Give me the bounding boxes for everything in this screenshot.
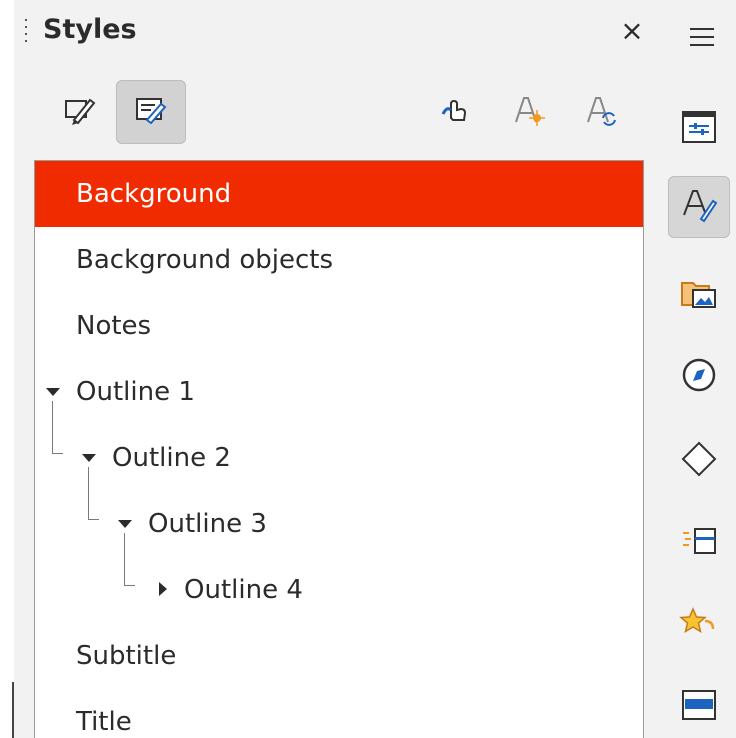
navigator-deck-button[interactable] (668, 346, 730, 408)
sidebar-menu-icon[interactable] (690, 28, 714, 50)
presentation-styles-button[interactable] (45, 80, 115, 144)
styles-deck-icon (679, 185, 719, 229)
properties-deck-icon (679, 107, 719, 151)
tree-connector (88, 467, 99, 520)
shapes-deck-icon (679, 439, 719, 483)
new-style-from-selection-icon (510, 92, 546, 132)
style-item-label: Subtitle (76, 641, 177, 671)
update-style-button[interactable] (565, 80, 635, 144)
collapsed-arrow-icon[interactable] (159, 582, 167, 596)
style-item-background[interactable]: Background (35, 161, 643, 227)
animation-button[interactable] (668, 594, 730, 656)
style-item-subtitle[interactable]: Subtitle (35, 623, 643, 689)
navigator-deck-icon (679, 355, 719, 399)
new-style-button[interactable] (493, 80, 563, 144)
style-item-label: Outline 3 (148, 509, 267, 539)
animation-icon (679, 603, 719, 647)
presentation-styles-icon (62, 92, 98, 132)
panel-grip-icon[interactable] (24, 19, 28, 45)
fill-format-mode-button[interactable] (420, 80, 490, 144)
master-slides-button[interactable] (668, 676, 730, 738)
expand-arrow-icon[interactable] (46, 388, 60, 396)
gallery-deck-button[interactable] (668, 264, 730, 326)
slide-transition-icon (679, 521, 719, 565)
tree-connector (52, 401, 63, 454)
style-item-outline-1[interactable]: Outline 1 (35, 359, 643, 425)
style-item-label: Background objects (76, 245, 334, 275)
shapes-deck-button[interactable] (668, 430, 730, 492)
style-item-label: Outline 2 (112, 443, 231, 473)
styles-deck-button[interactable] (668, 176, 730, 238)
style-item-label: Background (76, 179, 232, 209)
panel-title: Styles (43, 14, 137, 45)
style-item-label: Notes (76, 311, 152, 341)
style-item-label: Title (76, 707, 132, 737)
style-item-outline-4[interactable]: Outline 4 (35, 533, 643, 623)
drawing-styles-icon (133, 92, 169, 132)
properties-deck-button[interactable] (668, 98, 730, 160)
style-item-label: Outline 1 (76, 377, 195, 407)
style-item-notes[interactable]: Notes (35, 293, 643, 359)
update-style-icon (582, 92, 618, 132)
fill-format-mode-icon (437, 92, 473, 132)
tree-connector (124, 533, 135, 586)
style-item-label: Outline 4 (184, 575, 303, 605)
drawing-styles-button[interactable] (116, 80, 186, 144)
master-slides-icon (679, 685, 719, 729)
style-item-outline-2[interactable]: Outline 2 (35, 401, 643, 491)
slide-transition-button[interactable] (668, 512, 730, 574)
style-item-background-objects[interactable]: Background objects (35, 227, 643, 293)
style-item-title[interactable]: Title (35, 689, 643, 738)
gallery-deck-icon (679, 273, 719, 317)
expand-arrow-icon[interactable] (82, 454, 96, 462)
expand-arrow-icon[interactable] (118, 520, 132, 528)
close-panel-button[interactable]: × (617, 16, 647, 46)
styles-list[interactable]: Background Background objects Notes Outl… (34, 160, 644, 738)
